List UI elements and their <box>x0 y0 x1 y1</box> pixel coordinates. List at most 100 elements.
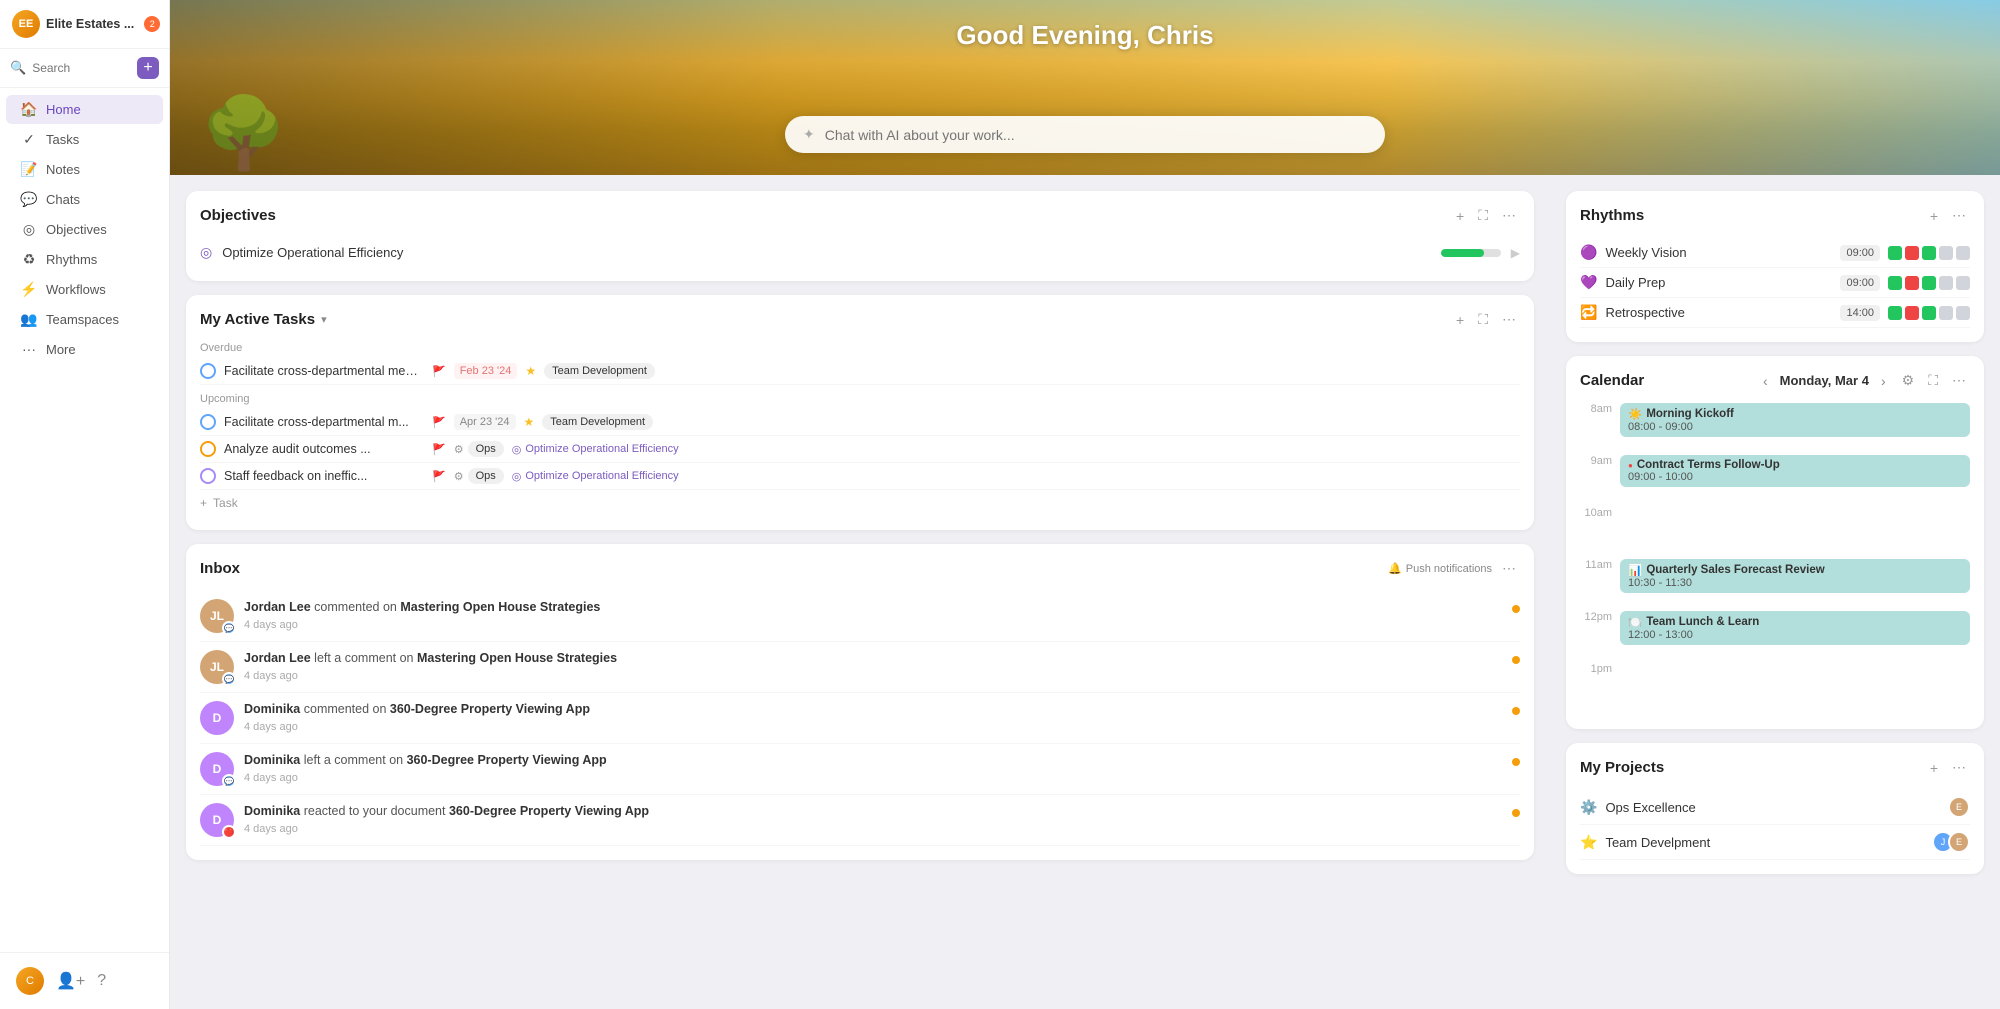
task-status-circle[interactable] <box>200 363 216 379</box>
inbox-menu-btn[interactable]: ⋯ <box>1498 558 1520 579</box>
rhythms-title: Rhythms <box>1580 207 1644 224</box>
sidebar-item-more[interactable]: ··· More <box>6 335 163 363</box>
rhythm-dot <box>1939 306 1953 320</box>
event-dot: ● <box>1628 461 1633 470</box>
project-name: Team Develpment <box>1605 835 1924 850</box>
event-emoji: ☀️ <box>1628 407 1642 421</box>
tasks-expand-btn[interactable]: ⛶ <box>1474 309 1492 330</box>
list-item: D 💬 Dominika left a comment on 360-Degre… <box>200 744 1520 795</box>
sidebar-item-chats[interactable]: 💬 Chats <box>6 185 163 214</box>
objectives-expand-btn[interactable]: ⛶ <box>1474 205 1492 226</box>
calendar-event[interactable]: 🍽️ Team Lunch & Learn 12:00 - 13:00 <box>1620 611 1970 645</box>
sidebar-item-label: More <box>46 342 76 357</box>
time-label: 8am <box>1580 403 1620 415</box>
push-notifications-button[interactable]: 🔔 Push notifications <box>1388 562 1492 575</box>
ai-search-bar[interactable]: ✦ <box>785 116 1385 153</box>
help-icon[interactable]: ? <box>97 972 106 990</box>
task-status-circle[interactable] <box>200 441 216 457</box>
calendar-event[interactable]: ☀️ Morning Kickoff 08:00 - 09:00 <box>1620 403 1970 437</box>
rhythm-dot <box>1939 246 1953 260</box>
content-area: Objectives + ⛶ ⋯ ◎ Optimize Operational … <box>170 175 2000 1009</box>
rhythm-icon: 💜 <box>1580 274 1597 291</box>
calendar-title: Calendar <box>1580 372 1644 389</box>
sidebar-item-tasks[interactable]: ✓ Tasks <box>6 125 163 154</box>
calendar-time-slot: 9am ● Contract Terms Follow-Up 09:00 - 1… <box>1580 455 1970 507</box>
add-task-button[interactable]: + Task <box>200 490 1520 516</box>
inbox-badge: 💬 <box>222 621 236 635</box>
objectives-menu-btn[interactable]: ⋯ <box>1498 205 1520 226</box>
rhythm-dot <box>1888 246 1902 260</box>
tasks-add-btn[interactable]: + <box>1452 310 1468 330</box>
rhythms-add-btn[interactable]: + <box>1926 206 1942 226</box>
sidebar-item-rhythms[interactable]: ♻ Rhythms <box>6 245 163 274</box>
objective-ref-icon: ◎ <box>512 470 522 483</box>
event-emoji: 📊 <box>1628 563 1642 577</box>
inbox-avatar: JL 💬 <box>200 650 234 684</box>
rhythms-header: Rhythms + ⋯ <box>1580 205 1970 226</box>
list-item: 🟣 Weekly Vision 09:00 <box>1580 238 1970 268</box>
task-objective: ◎ Optimize Operational Efficiency <box>512 443 679 456</box>
rhythm-dot <box>1905 276 1919 290</box>
tasks-actions: + ⛶ ⋯ <box>1452 309 1520 330</box>
sidebar-item-notes[interactable]: 📝 Notes <box>6 155 163 184</box>
rhythm-dot <box>1922 306 1936 320</box>
inbox-item-time: 4 days ago <box>244 823 1502 835</box>
calendar-prev-btn[interactable]: ‹ <box>1757 371 1774 391</box>
inbox-header: Inbox 🔔 Push notifications ⋯ <box>200 558 1520 579</box>
rhythm-dot <box>1888 276 1902 290</box>
project-avatars: E <box>1948 796 1970 818</box>
ai-search-input[interactable] <box>825 127 1367 143</box>
objective-label: Optimize Operational Efficiency <box>222 245 1431 260</box>
calendar-expand-btn[interactable]: ⛶ <box>1924 370 1942 391</box>
rhythms-card: Rhythms + ⋯ 🟣 Weekly Vision 09:00 <box>1566 191 1984 342</box>
sidebar-navigation: 🏠 Home ✓ Tasks 📝 Notes 💬 Chats ◎ Objecti… <box>0 88 169 952</box>
projects-add-btn[interactable]: + <box>1926 758 1942 778</box>
calendar-settings-btn[interactable]: ⚙ <box>1898 370 1919 391</box>
inbox-item-text: Jordan Lee commented on Mastering Open H… <box>244 599 1502 617</box>
task-flag-icon: 🚩 <box>432 443 446 456</box>
event-time: 08:00 - 09:00 <box>1628 421 1962 433</box>
rhythms-menu-btn[interactable]: ⋯ <box>1948 205 1970 226</box>
inbox-item-text: Dominika left a comment on 360-Degree Pr… <box>244 752 1502 770</box>
calendar-menu-btn[interactable]: ⋯ <box>1948 370 1970 391</box>
task-status-circle[interactable] <box>200 414 216 430</box>
tasks-menu-btn[interactable]: ⋯ <box>1498 309 1520 330</box>
sidebar-item-label: Home <box>46 102 81 117</box>
sidebar-item-home[interactable]: 🏠 Home <box>6 95 163 124</box>
task-ops-group: ⚙ Ops <box>454 468 504 484</box>
sidebar-search-bar[interactable]: 🔍 + <box>0 49 169 88</box>
projects-menu-btn[interactable]: ⋯ <box>1948 757 1970 778</box>
objective-progress-fill <box>1441 249 1484 257</box>
add-member-icon[interactable]: 👤+ <box>56 971 85 991</box>
sidebar-item-workflows[interactable]: ⚡ Workflows <box>6 275 163 304</box>
event-title: ☀️ Morning Kickoff <box>1628 407 1962 421</box>
calendar-time-slot: 11am 📊 Quarterly Sales Forecast Review 1… <box>1580 559 1970 611</box>
sidebar-item-label: Notes <box>46 162 80 177</box>
list-item: D ❤️ Dominika reacted to your document 3… <box>200 795 1520 846</box>
task-status-circle[interactable] <box>200 468 216 484</box>
projects-header: My Projects + ⋯ <box>1580 757 1970 778</box>
table-row: Analyze audit outcomes ... 🚩 ⚙ Ops ◎ Opt… <box>200 436 1520 463</box>
objective-toggle[interactable]: ▶ <box>1511 246 1520 260</box>
objectives-add-btn[interactable]: + <box>1452 206 1468 226</box>
sidebar-item-teamspaces[interactable]: 👥 Teamspaces <box>6 305 163 334</box>
calendar-event[interactable]: ● Contract Terms Follow-Up 09:00 - 10:00 <box>1620 455 1970 487</box>
project-avatars: J E <box>1932 831 1970 853</box>
new-item-button[interactable]: + <box>137 57 159 79</box>
calendar-date-label: Monday, Mar 4 <box>1780 373 1869 388</box>
ops-icon: ⚙ <box>454 443 464 456</box>
objective-item: ◎ Optimize Operational Efficiency ▶ <box>200 238 1520 267</box>
calendar-event[interactable]: 📊 Quarterly Sales Forecast Review 10:30 … <box>1620 559 1970 593</box>
calendar-next-btn[interactable]: › <box>1875 371 1892 391</box>
project-member-avatar: E <box>1948 831 1970 853</box>
time-label: 1pm <box>1580 663 1620 675</box>
user-avatar[interactable]: C <box>16 967 44 995</box>
list-item: JL 💬 Jordan Lee commented on Mastering O… <box>200 591 1520 642</box>
workspace-avatar: EE <box>12 10 40 38</box>
sidebar-item-label: Objectives <box>46 222 107 237</box>
tasks-dropdown-icon[interactable]: ▾ <box>321 313 327 326</box>
inbox-item-content: Dominika commented on 360-Degree Propert… <box>244 701 1502 733</box>
inbox-item-content: Jordan Lee left a comment on Mastering O… <box>244 650 1502 682</box>
search-input[interactable] <box>32 61 131 75</box>
sidebar-item-objectives[interactable]: ◎ Objectives <box>6 215 163 244</box>
